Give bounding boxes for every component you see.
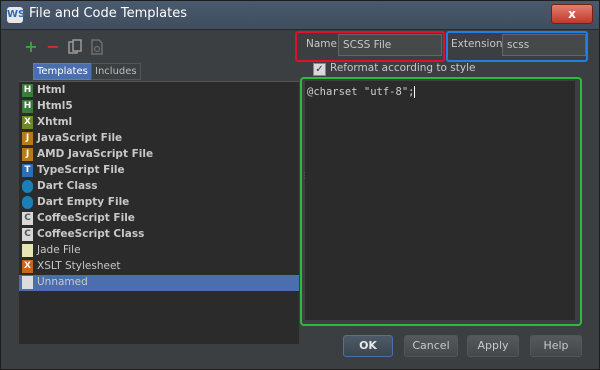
list-item[interactable]: Dart Empty File [19,195,299,211]
list-item-label: Xhtml [37,116,73,128]
jade-file-icon [22,244,33,257]
add-icon[interactable]: + [23,39,39,55]
reformat-label: Reformat according to style [330,62,476,74]
name-highlight-box [295,31,445,62]
generic-file-icon [22,276,33,289]
reformat-checkbox[interactable]: ✓ [313,63,326,76]
list-item-label: Dart Class [37,180,98,192]
list-item[interactable]: C CoffeeScript Class [19,227,299,243]
cancel-button[interactable]: Cancel [404,335,458,357]
list-item[interactable]: C CoffeeScript File [19,211,299,227]
javascript-file-icon: J [22,132,33,145]
list-item[interactable]: T TypeScript File [19,163,299,179]
list-item[interactable]: H Html5 [19,99,299,115]
html-file-icon: H [22,84,33,97]
coffeescript-file-icon: C [22,228,33,241]
list-item-label: Unnamed [37,276,88,288]
list-item-label: XSLT Stylesheet [37,260,121,272]
list-item[interactable]: X Xhtml [19,115,299,131]
close-button[interactable]: x [551,4,593,24]
list-item[interactable]: H Html [19,83,299,99]
template-list[interactable]: H Html H Html5 X Xhtml J JavaScript File… [19,81,299,344]
dart-icon [22,196,33,209]
coffeescript-file-icon: C [22,212,33,225]
title-bar[interactable]: WS File and Code Templates x [1,1,599,30]
copy-icon[interactable] [67,39,83,55]
list-item-label: TypeScript File [37,164,125,176]
list-item[interactable]: J AMD JavaScript File [19,147,299,163]
help-button[interactable]: Help [530,335,582,357]
javascript-file-icon: J [22,148,33,161]
list-item[interactable]: Unnamed [19,275,299,291]
remove-icon[interactable]: − [45,39,61,55]
list-item[interactable]: X XSLT Stylesheet [19,259,299,275]
list-item[interactable]: Dart Class [19,179,299,195]
window-title: File and Code Templates [29,6,187,21]
list-item[interactable]: Jade File [19,243,299,259]
tab-templates[interactable]: Templates [33,63,92,80]
editor-highlight-box [300,77,582,326]
list-item-label: CoffeeScript Class [37,228,145,240]
ok-button[interactable]: OK [343,335,393,357]
list-item-label: Html5 [37,100,73,112]
apply-button[interactable]: Apply [467,335,519,357]
list-item[interactable]: J JavaScript File [19,131,299,147]
list-item-label: Dart Empty File [37,196,130,208]
reset-icon[interactable] [89,39,105,55]
tab-includes[interactable]: Includes [91,63,141,80]
extension-highlight-box [446,31,588,62]
list-item-label: Jade File [37,244,81,256]
list-item-label: Html [37,84,66,96]
file-templates-dialog: WS File and Code Templates x + − Templat… [0,0,600,370]
typescript-file-icon: T [22,164,33,177]
html-file-icon: H [22,100,33,113]
dart-icon [22,180,33,193]
list-item-label: AMD JavaScript File [37,148,154,160]
list-item-label: JavaScript File [37,132,123,144]
webstorm-logo-icon: WS [7,7,25,23]
xslt-file-icon: X [22,260,33,273]
xhtml-file-icon: X [22,116,33,129]
list-item-label: CoffeeScript File [37,212,135,224]
